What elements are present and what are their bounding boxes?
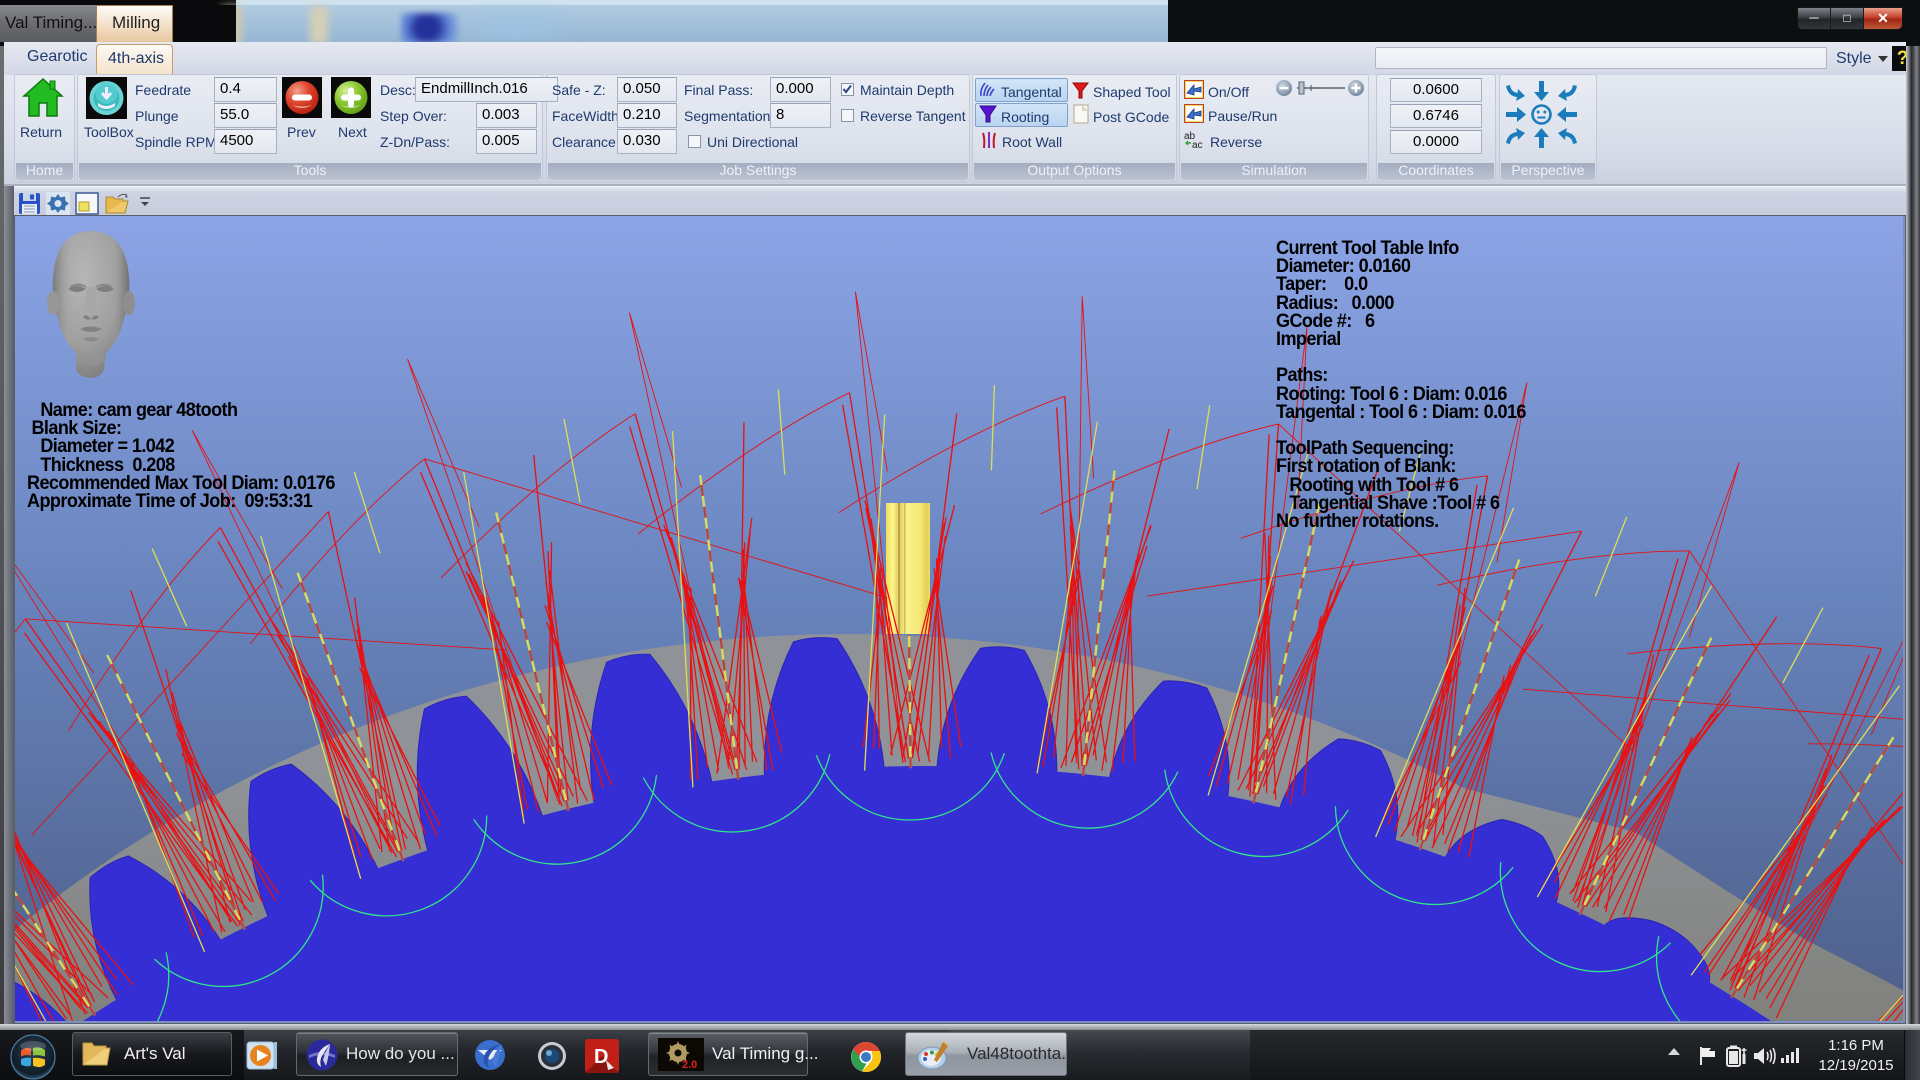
svg-text:D: D [594, 1046, 608, 1068]
svg-text:2.0: 2.0 [682, 1059, 697, 1071]
svg-text:ac: ac [1192, 140, 1203, 150]
